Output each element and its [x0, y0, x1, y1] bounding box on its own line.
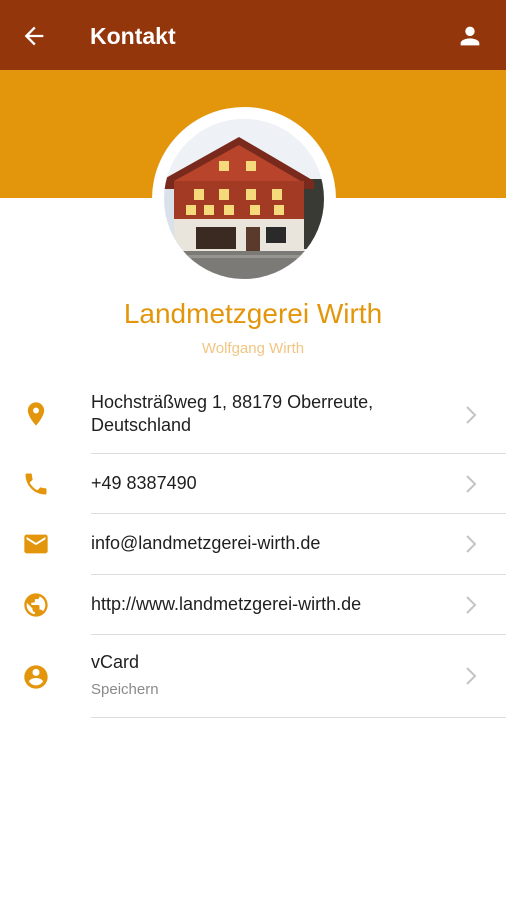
- list-item-address[interactable]: Hochsträßweg 1, 88179 Oberreute, Deutsch…: [0, 376, 506, 454]
- vcard-text: vCard Speichern: [91, 651, 446, 701]
- address-text: Hochsträßweg 1, 88179 Oberreute, Deutsch…: [91, 391, 446, 437]
- location-pin-icon: [27, 402, 45, 426]
- list-item-phone[interactable]: +49 8387490: [0, 454, 506, 514]
- app-bar: Kontakt: [0, 0, 506, 70]
- business-name: Landmetzgerei Wirth: [123, 298, 383, 329]
- avatar: [164, 119, 324, 279]
- person-icon[interactable]: [456, 22, 484, 50]
- contact-list: Hochsträßweg 1, 88179 Oberreute, Deutsch…: [0, 376, 506, 718]
- chevron-right-icon: [466, 596, 477, 614]
- chevron-right-icon: [466, 535, 477, 553]
- arrow-left-icon[interactable]: [20, 22, 48, 50]
- website-text: http://www.landmetzgerei-wirth.de: [91, 594, 362, 614]
- account-circle-icon: [24, 665, 48, 689]
- phone-text: +49 8387490: [91, 473, 197, 493]
- email-icon: [24, 534, 48, 554]
- divider: [91, 717, 506, 718]
- page-title: Kontakt: [90, 23, 176, 49]
- chevron-right-icon: [466, 475, 477, 493]
- globe-icon: [24, 593, 48, 617]
- building-photo: [164, 119, 324, 279]
- owner-name: Wolfgang Wirth: [201, 340, 305, 357]
- phone-icon: [25, 473, 47, 495]
- list-item-website[interactable]: http://www.landmetzgerei-wirth.de: [0, 575, 506, 635]
- list-item-email[interactable]: info@landmetzgerei-wirth.de: [0, 514, 506, 575]
- address-line1: Hochsträßweg 1, 88179 Oberreute,: [91, 392, 374, 412]
- email-text: info@landmetzgerei-wirth.de: [91, 533, 321, 553]
- chevron-right-icon: [466, 667, 477, 685]
- vcard-sub: Speichern: [91, 681, 159, 698]
- chevron-right-icon: [466, 406, 477, 424]
- address-line2: Deutschland: [91, 415, 192, 435]
- list-item-vcard[interactable]: vCard Speichern: [0, 635, 506, 718]
- vcard-label: vCard: [91, 652, 140, 672]
